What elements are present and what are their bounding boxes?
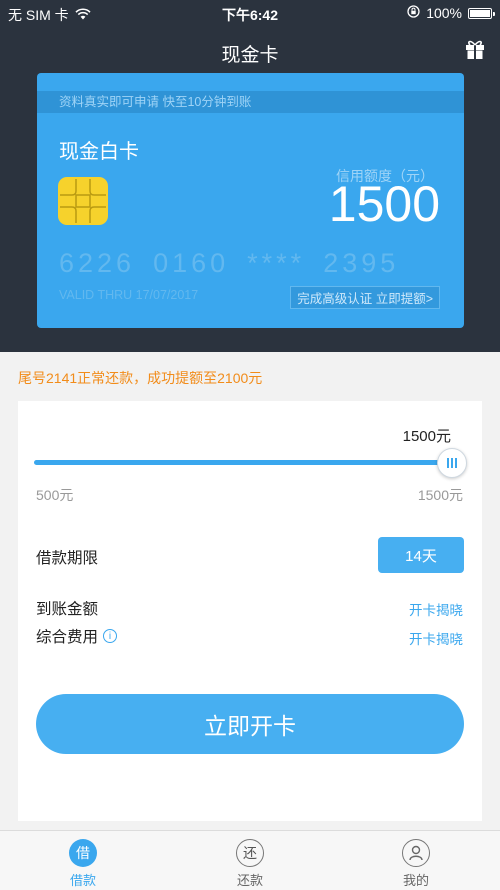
slider-max-label: 1500元 xyxy=(417,487,463,503)
status-right: 100% xyxy=(407,5,495,21)
loan-panel: 1500元 500元 1500元 借款期限 14天 到账金额 开卡揭晓 综合费用… xyxy=(18,401,482,821)
amount-slider-track[interactable] xyxy=(34,460,440,465)
tab-mine-label: 我的 xyxy=(402,873,429,888)
tab-mine[interactable]: 我的 xyxy=(376,839,456,889)
repayment-notice: 尾号2141正常还款，成功提额至2100元 xyxy=(18,370,263,386)
upgrade-link[interactable]: 完成高级认证 立即提额> xyxy=(290,286,440,309)
card-number-group: 2395 xyxy=(323,248,400,278)
tab-borrow[interactable]: 借 借款 xyxy=(43,839,123,889)
arrival-value: 开卡揭晓 xyxy=(409,603,463,618)
open-card-button[interactable]: 立即开卡 xyxy=(36,694,464,754)
tab-bar: 借 借款 还 还款 我的 xyxy=(0,830,500,890)
arrival-label: 到账金额 xyxy=(36,601,99,618)
header-area: 无 SIM 卡 下午6:42 100% 现金卡 资料真实即可申请 快至10分钟到… xyxy=(0,0,500,352)
card-banner: 资料真实即可申请 快至10分钟到账 xyxy=(37,91,464,113)
battery-icon xyxy=(468,7,495,19)
user-icon xyxy=(402,839,430,867)
grip-icon xyxy=(447,458,457,468)
fee-row: 综合费用 i xyxy=(36,625,118,647)
card-number-group: 6226 xyxy=(59,248,136,278)
term-label: 借款期限 xyxy=(36,550,99,567)
card-number-group: **** xyxy=(247,248,306,278)
rotation-lock-icon xyxy=(407,5,420,21)
card-name: 现金白卡 xyxy=(59,141,139,163)
chip-icon xyxy=(58,177,108,225)
tab-repay[interactable]: 还 还款 xyxy=(210,839,290,889)
info-icon[interactable]: i xyxy=(103,629,118,643)
fee-value: 开卡揭晓 xyxy=(409,632,463,647)
borrow-icon: 借 xyxy=(69,839,97,867)
page-title: 现金卡 xyxy=(221,45,279,66)
amount-slider-handle[interactable] xyxy=(437,448,467,478)
cash-card: 资料真实即可申请 快至10分钟到账 现金白卡 信用额度（元） 1500 6226… xyxy=(37,73,464,328)
status-bar: 无 SIM 卡 下午6:42 100% xyxy=(0,0,500,26)
card-number-group: 0160 xyxy=(153,248,230,278)
slider-current-value: 1500元 xyxy=(402,428,451,445)
gift-icon[interactable] xyxy=(464,38,486,60)
fee-label: 综合费用 xyxy=(36,629,99,646)
valid-thru: VALID THRU 17/07/2017 xyxy=(59,288,199,302)
card-number: 6226 0160 **** 2395 xyxy=(59,248,399,279)
battery-percent: 100% xyxy=(426,5,462,21)
tab-borrow-label: 借款 xyxy=(69,873,96,888)
limit-value: 1500 xyxy=(328,176,440,232)
term-button[interactable]: 14天 xyxy=(378,537,464,573)
slider-min-label: 500元 xyxy=(36,487,74,503)
repay-icon: 还 xyxy=(236,839,264,867)
tab-repay-label: 还款 xyxy=(236,873,263,888)
